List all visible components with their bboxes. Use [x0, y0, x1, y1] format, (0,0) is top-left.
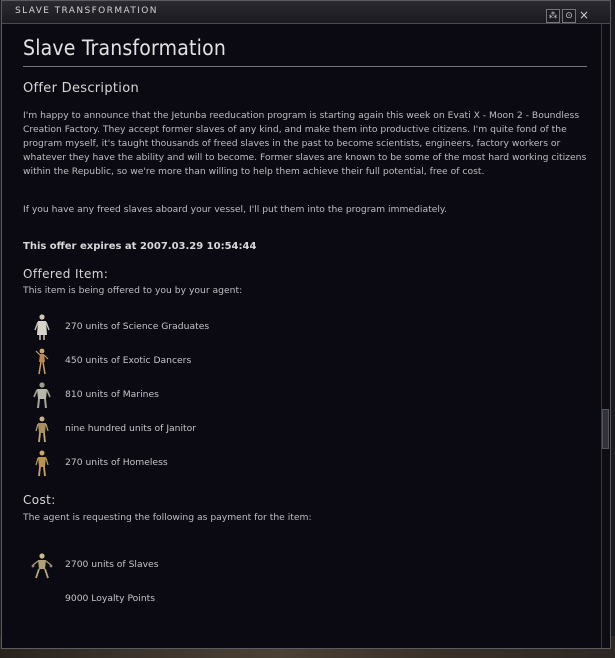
loyalty-points-label: 9000 Loyalty Points	[65, 593, 156, 604]
agent-offer-window: SLAVE TRANSFORMATION ⁂ ⊙ × Slave Transfo…	[1, 0, 611, 649]
scrollbar-thumb[interactable]	[602, 409, 609, 449]
close-icon[interactable]: ×	[578, 9, 590, 21]
offered-item-label: 270 units of Science Graduates	[65, 321, 210, 332]
window-titlebar[interactable]: SLAVE TRANSFORMATION ⁂ ⊙ ×	[2, 1, 610, 24]
cost-item-label: 2700 units of Slaves	[65, 559, 159, 570]
marine-icon	[33, 382, 51, 409]
minimize-icon[interactable]: ⊙	[562, 9, 576, 23]
offer-expiry: This offer expires at 2007.03.29 10:54:4…	[23, 241, 257, 252]
science-graduate-icon	[34, 314, 50, 340]
offered-item-subtitle: This item is being offered to you by you…	[23, 285, 243, 296]
offered-item[interactable]: nine hundred units of Janitor	[32, 415, 332, 443]
offer-description-text: I'm happy to announce that the Jetunba r…	[23, 110, 587, 177]
offered-item-heading: Offered Item:	[23, 267, 109, 281]
offer-note-text: If you have any freed slaves aboard your…	[23, 204, 447, 215]
janitor-icon	[35, 416, 49, 443]
offered-item[interactable]: 810 units of Marines	[32, 381, 332, 409]
homeless-icon	[35, 450, 49, 477]
offered-item[interactable]: 270 units of Homeless	[32, 449, 332, 477]
offered-item-label: 450 units of Exotic Dancers	[65, 355, 192, 366]
offered-item[interactable]: 450 units of Exotic Dancers	[32, 347, 332, 375]
exotic-dancer-icon	[35, 348, 49, 375]
offered-item-label: 270 units of Homeless	[65, 457, 168, 468]
cost-item: 9000 Loyalty Points	[32, 585, 332, 613]
cost-heading: Cost:	[23, 493, 56, 507]
slaves-icon	[31, 553, 53, 579]
title-divider	[23, 66, 587, 67]
window-title: SLAVE TRANSFORMATION	[15, 6, 158, 16]
settings-icon[interactable]: ⁂	[546, 9, 560, 23]
scrollbar[interactable]	[601, 24, 610, 648]
cost-subtitle: The agent is requesting the following as…	[23, 512, 312, 523]
offered-item[interactable]: 270 units of Science Graduates	[32, 313, 332, 341]
cost-item[interactable]: 2700 units of Slaves	[31, 551, 332, 579]
offered-item-label: nine hundred units of Janitor	[65, 423, 197, 434]
offered-item-label: 810 units of Marines	[65, 389, 159, 400]
offer-description-heading: Offer Description	[23, 81, 139, 96]
page-title: Slave Transformation	[23, 36, 226, 60]
